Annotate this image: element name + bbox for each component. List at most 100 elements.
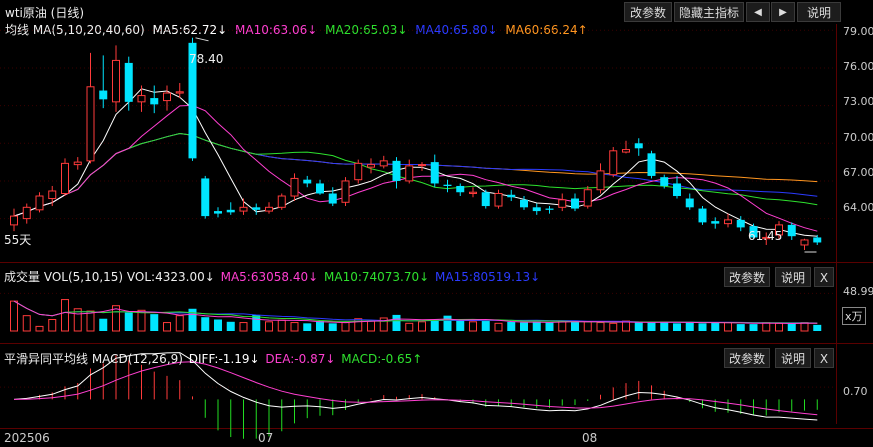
candle-body xyxy=(443,184,452,186)
volume-ma15: MA15:80519.13↓ xyxy=(435,270,541,284)
volume-ma10-line xyxy=(13,300,818,324)
ma60-line xyxy=(13,132,818,217)
high-annotation: 78.40 xyxy=(189,52,224,66)
main-panel-bottom xyxy=(0,262,873,263)
candle-body xyxy=(481,192,490,207)
macd-help-button[interactable]: 说明 xyxy=(775,348,811,368)
volume-legend: 成交量 VOL(5,10,15) VOL:4323.00↓ MA5:63058.… xyxy=(4,268,540,285)
candle-body xyxy=(673,183,681,197)
macd-close-button[interactable]: X xyxy=(814,348,834,368)
volume-bar xyxy=(736,324,745,331)
volume-bar xyxy=(813,324,822,331)
volume-bar xyxy=(622,320,630,332)
volume-bar xyxy=(596,322,605,332)
ma60-value: MA60:66.24↑ xyxy=(505,23,588,37)
volume-bar xyxy=(226,321,235,331)
candle-body xyxy=(647,153,656,176)
macd-value: MACD:-0.65↑ xyxy=(341,352,423,366)
volume-help-button[interactable]: 说明 xyxy=(775,267,811,287)
volume-bar xyxy=(711,322,720,331)
volume-bar xyxy=(150,314,159,331)
volume-bar xyxy=(86,310,95,332)
hide-main-indicator-button[interactable]: 隐藏主指标 xyxy=(674,2,744,22)
volume-bar xyxy=(583,321,592,332)
candle-body xyxy=(99,90,108,100)
volume-bar xyxy=(341,322,350,332)
volume-bar xyxy=(660,321,669,331)
candle-body xyxy=(124,62,133,102)
volume-bar xyxy=(35,325,44,332)
candle-body xyxy=(150,98,159,105)
candle-body xyxy=(35,195,44,211)
candle-body xyxy=(392,160,401,181)
candle-body xyxy=(571,198,579,209)
ma5-line xyxy=(13,88,818,237)
axis-separator xyxy=(836,24,837,424)
volume-unit-label: x万 xyxy=(842,307,866,325)
volume-bar xyxy=(277,319,286,332)
volume-bar xyxy=(188,308,197,331)
candle-body xyxy=(252,207,261,210)
x-tick-1: 07 xyxy=(258,431,274,445)
help-button[interactable]: 说明 xyxy=(797,2,841,22)
volume-axis-tick: 48.99 xyxy=(843,285,873,298)
candle-body xyxy=(494,193,503,207)
candle-body xyxy=(175,91,184,94)
candle-body xyxy=(86,86,95,162)
volume-bar xyxy=(634,322,643,331)
volume-bar xyxy=(239,322,248,332)
ma20-value: MA20:65.03↓ xyxy=(325,23,408,37)
ma40-line xyxy=(13,132,818,217)
ma-label: 均线 MA(5,10,20,40,60) xyxy=(5,23,145,37)
chart-title: wti原油 (日线) xyxy=(5,6,85,20)
candle-body xyxy=(800,239,809,246)
volume-bar xyxy=(418,321,426,332)
candle-body xyxy=(596,170,605,191)
candle-body xyxy=(724,219,732,225)
candle-body xyxy=(558,199,567,208)
macd-axis-tick: 0.70 xyxy=(843,385,868,398)
volume-bar xyxy=(48,319,57,332)
candle-body xyxy=(214,211,222,214)
candle-body xyxy=(507,194,516,198)
volume-close-button[interactable]: X xyxy=(814,267,834,287)
volume-bar xyxy=(379,317,388,332)
candle-body xyxy=(239,206,248,212)
volume-ma5: MA5:63058.40↓ xyxy=(220,270,319,284)
macd-params-button[interactable]: 改参数 xyxy=(724,348,770,368)
macd-dea: DEA:-0.87↓ xyxy=(265,352,336,366)
macd-diff: DIFF:-1.19↓ xyxy=(188,352,260,366)
params-button[interactable]: 改参数 xyxy=(624,2,672,22)
ma10-value: MA10:63.06↓ xyxy=(235,23,318,37)
volume-bar xyxy=(724,322,732,332)
volume-bar xyxy=(22,315,31,332)
volume-bar xyxy=(481,321,490,331)
volume-bar xyxy=(443,315,452,331)
ma5-value: MA5:62.72↓ xyxy=(152,23,228,37)
candle-body xyxy=(112,59,120,103)
candle-body xyxy=(163,92,171,102)
prev-arrow-button[interactable]: ◀ xyxy=(746,2,770,22)
candle-body xyxy=(379,160,388,167)
volume-bar xyxy=(252,314,261,331)
price-tick-4: 67.00 xyxy=(843,166,873,179)
volume-bar xyxy=(685,321,694,331)
volume-bar xyxy=(609,322,618,332)
price-tick-1: 76.00 xyxy=(843,60,873,73)
volume-bar xyxy=(749,324,758,331)
volume-bar xyxy=(405,322,414,332)
next-arrow-button[interactable]: ▶ xyxy=(771,2,795,22)
candle-body xyxy=(456,185,465,193)
price-chart[interactable] xyxy=(0,0,873,447)
candle-body xyxy=(660,177,669,186)
price-tick-5: 64.00 xyxy=(843,201,873,214)
volume-bar xyxy=(112,305,120,332)
volume-bar xyxy=(73,308,82,332)
volume-params-button[interactable]: 改参数 xyxy=(724,267,770,287)
volume-bar xyxy=(99,318,108,331)
volume-bar xyxy=(214,319,222,331)
volume-panel-bottom xyxy=(0,343,873,344)
volume-bar xyxy=(787,323,796,331)
volume-bar xyxy=(367,320,375,332)
candle-body xyxy=(634,143,643,149)
